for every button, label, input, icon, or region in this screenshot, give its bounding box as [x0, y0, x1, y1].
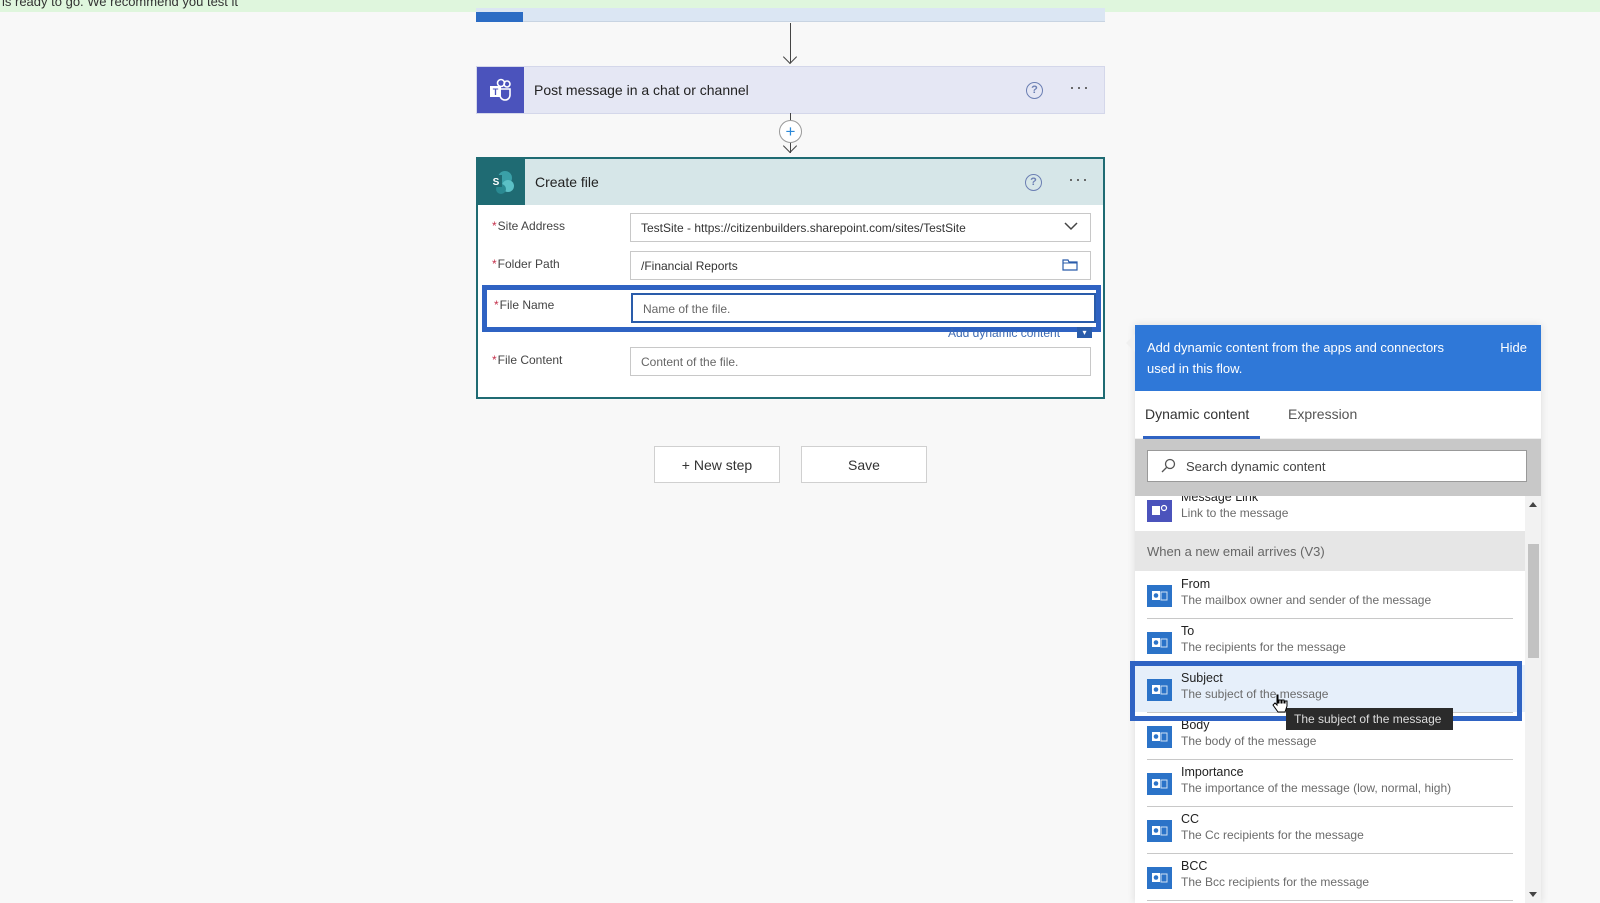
tab-dynamic-content[interactable]: Dynamic content — [1145, 406, 1249, 422]
teams-step-title: Post message in a chat or channel — [534, 82, 749, 98]
outlook-icon — [1147, 632, 1172, 654]
folder-path-row: *Folder Path /Financial Reports — [478, 251, 1103, 287]
outlook-icon — [1147, 585, 1172, 607]
outlook-icon — [1147, 773, 1172, 795]
question-circle-icon[interactable]: ? — [1026, 81, 1044, 99]
file-content-input[interactable]: Content of the file. — [630, 347, 1091, 376]
panel-tabs: Dynamic content Expression — [1135, 391, 1541, 439]
ellipsis-icon[interactable]: ··· — [1069, 78, 1090, 98]
section-header-email-trigger: When a new email arrives (V3) — [1135, 531, 1525, 571]
arrow-down-icon — [782, 49, 798, 65]
teams-step-header[interactable]: T Post message in a chat or channel ? ··… — [477, 67, 1104, 113]
list-scrollbar[interactable] — [1525, 496, 1541, 903]
file-name-row: *File Name Name of the file. — [482, 285, 1101, 332]
file-content-label: *File Content — [492, 353, 563, 367]
search-input[interactable]: Search dynamic content — [1147, 450, 1527, 482]
search-placeholder: Search dynamic content — [1186, 458, 1326, 474]
list-item-subject[interactable]: Subject The subject of the message — [1135, 665, 1525, 713]
list-item-cc[interactable]: CC The Cc recipients for the message — [1135, 806, 1525, 854]
folder-path-label: *Folder Path — [492, 257, 560, 271]
outlook-icon — [1147, 726, 1172, 748]
outlook-icon — [1147, 679, 1172, 701]
create-file-title: Create file — [535, 174, 599, 190]
list-item-bcc[interactable]: BCC The Bcc recipients for the message — [1135, 853, 1525, 901]
teams-step-card[interactable]: T Post message in a chat or channel ? ··… — [476, 66, 1105, 114]
outlook-icon — [1147, 867, 1172, 889]
svg-text:S: S — [492, 177, 499, 188]
hide-button[interactable]: Hide — [1500, 340, 1527, 355]
site-address-label: *Site Address — [492, 219, 566, 233]
create-file-card[interactable]: S Create file ? ··· *Site Address TestSi… — [476, 157, 1105, 399]
scroll-down-arrow-icon[interactable] — [1529, 892, 1537, 897]
tooltip: The subject of the message — [1286, 708, 1453, 730]
ellipsis-icon[interactable]: ··· — [1068, 170, 1089, 190]
create-file-header[interactable]: S Create file ? ··· — [478, 159, 1103, 205]
panel-header-text: Add dynamic content from the apps and co… — [1147, 340, 1445, 376]
list-item-importance[interactable]: Importance The importance of the message … — [1135, 759, 1525, 807]
sharepoint-icon: S — [478, 159, 525, 205]
divider — [1147, 900, 1513, 901]
chevron-down-icon[interactable] — [1064, 220, 1078, 234]
scroll-thumb[interactable] — [1528, 544, 1539, 658]
teams-icon: T — [477, 67, 524, 113]
hand-cursor-icon — [1272, 694, 1288, 719]
dynamic-content-list: Message Link Link to the message When a … — [1135, 496, 1525, 903]
panel-header: Add dynamic content from the apps and co… — [1135, 325, 1541, 391]
previous-step-card[interactable] — [476, 8, 1105, 22]
question-circle-icon[interactable]: ? — [1025, 173, 1043, 191]
site-address-dropdown[interactable]: TestSite - https://citizenbuilders.share… — [630, 213, 1091, 242]
banner-text: is ready to go. We recommend you test it — [2, 0, 239, 9]
folder-icon[interactable] — [1062, 258, 1078, 274]
search-icon — [1160, 458, 1176, 474]
file-name-label: *File Name — [494, 298, 555, 312]
folder-path-input[interactable]: /Financial Reports — [630, 251, 1091, 280]
list-item-message-link[interactable]: Message Link Link to the message — [1135, 496, 1525, 531]
add-dynamic-content-icon[interactable]: ▾ — [1077, 327, 1092, 338]
tab-expression[interactable]: Expression — [1288, 406, 1357, 422]
search-area: Search dynamic content — [1135, 439, 1541, 496]
dynamic-content-panel: Add dynamic content from the apps and co… — [1126, 325, 1541, 903]
scroll-up-arrow-icon[interactable] — [1529, 502, 1537, 507]
file-content-row: *File Content Content of the file. — [478, 347, 1103, 383]
site-address-row: *Site Address TestSite - https://citizen… — [478, 213, 1103, 249]
file-name-input[interactable]: Name of the file. — [631, 293, 1096, 323]
add-dynamic-content-link[interactable]: Add dynamic content — [948, 326, 1060, 340]
new-step-button[interactable]: + New step — [654, 446, 780, 483]
list-item-to[interactable]: To The recipients for the message — [1135, 618, 1525, 666]
list-item-from[interactable]: From The mailbox owner and sender of the … — [1135, 571, 1525, 619]
outlook-icon — [1147, 820, 1172, 842]
save-button[interactable]: Save — [801, 446, 927, 483]
previous-step-icon — [476, 12, 523, 22]
teams-icon — [1147, 500, 1172, 522]
svg-text:T: T — [492, 87, 498, 97]
